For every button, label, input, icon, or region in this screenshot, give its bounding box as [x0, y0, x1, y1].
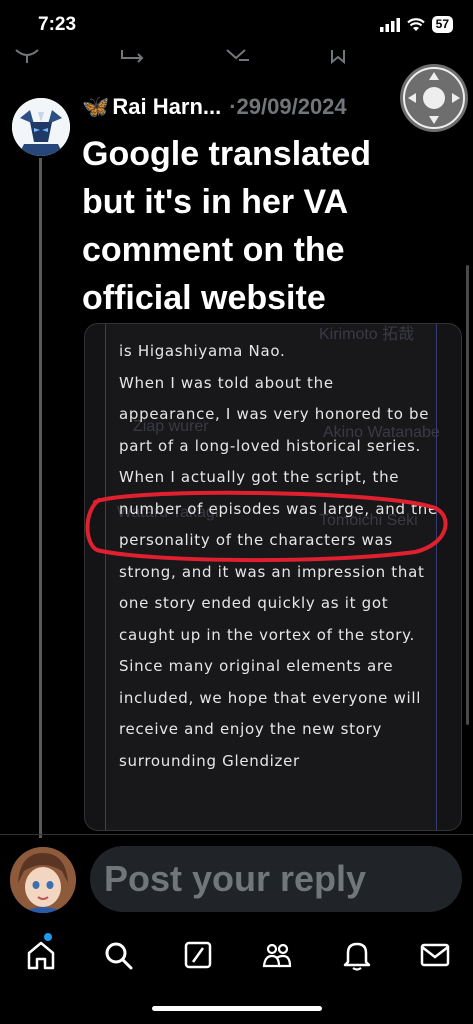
red-highlight-circle — [85, 490, 448, 563]
reply-icon[interactable] — [14, 48, 40, 64]
messages-icon[interactable] — [418, 938, 452, 972]
date-separator: · — [229, 94, 237, 119]
reply-input[interactable]: Post your reply — [90, 846, 462, 912]
author-name[interactable]: Rai Harn... — [112, 94, 221, 120]
user-avatar[interactable] — [10, 847, 76, 913]
post-date: ·29/09/2024 — [229, 94, 346, 120]
assistive-joystick[interactable] — [400, 64, 468, 132]
bookmark-icon[interactable] — [330, 48, 356, 64]
communities-icon[interactable] — [260, 938, 294, 972]
status-time: 7:23 — [38, 14, 77, 35]
signal-icon — [379, 17, 400, 32]
scrollbar[interactable] — [466, 265, 469, 725]
thread-line — [39, 158, 42, 838]
dpad-icon — [403, 67, 465, 129]
robot-avatar-icon — [12, 98, 70, 156]
home-notification-dot — [44, 933, 52, 941]
repost-icon[interactable] — [120, 48, 146, 64]
grok-icon[interactable] — [181, 938, 215, 972]
author-avatar[interactable] — [12, 98, 70, 156]
post-text: Google translated but it's in her VA com… — [82, 135, 372, 317]
status-icons: 57 — [379, 16, 453, 33]
home-indicator[interactable] — [152, 1006, 322, 1011]
media-image[interactable]: Kirimoto 拓哉 Ziap wurer Akino Watanabe Wa… — [84, 323, 462, 831]
like-icon[interactable] — [225, 48, 251, 64]
reply-divider — [0, 834, 473, 835]
post-header: 🦋 Rai Harn... ·29/09/2024 — [82, 94, 347, 120]
wifi-icon — [406, 17, 425, 31]
search-icon[interactable] — [101, 938, 135, 972]
date-value: 29/09/2024 — [236, 94, 347, 119]
bottom-nav — [0, 928, 473, 984]
notifications-icon[interactable] — [340, 938, 374, 972]
home-icon[interactable] — [24, 938, 58, 972]
user-avatar-icon — [10, 847, 76, 913]
battery-indicator: 57 — [431, 16, 453, 33]
butterfly-emoji: 🦋 — [82, 94, 110, 119]
